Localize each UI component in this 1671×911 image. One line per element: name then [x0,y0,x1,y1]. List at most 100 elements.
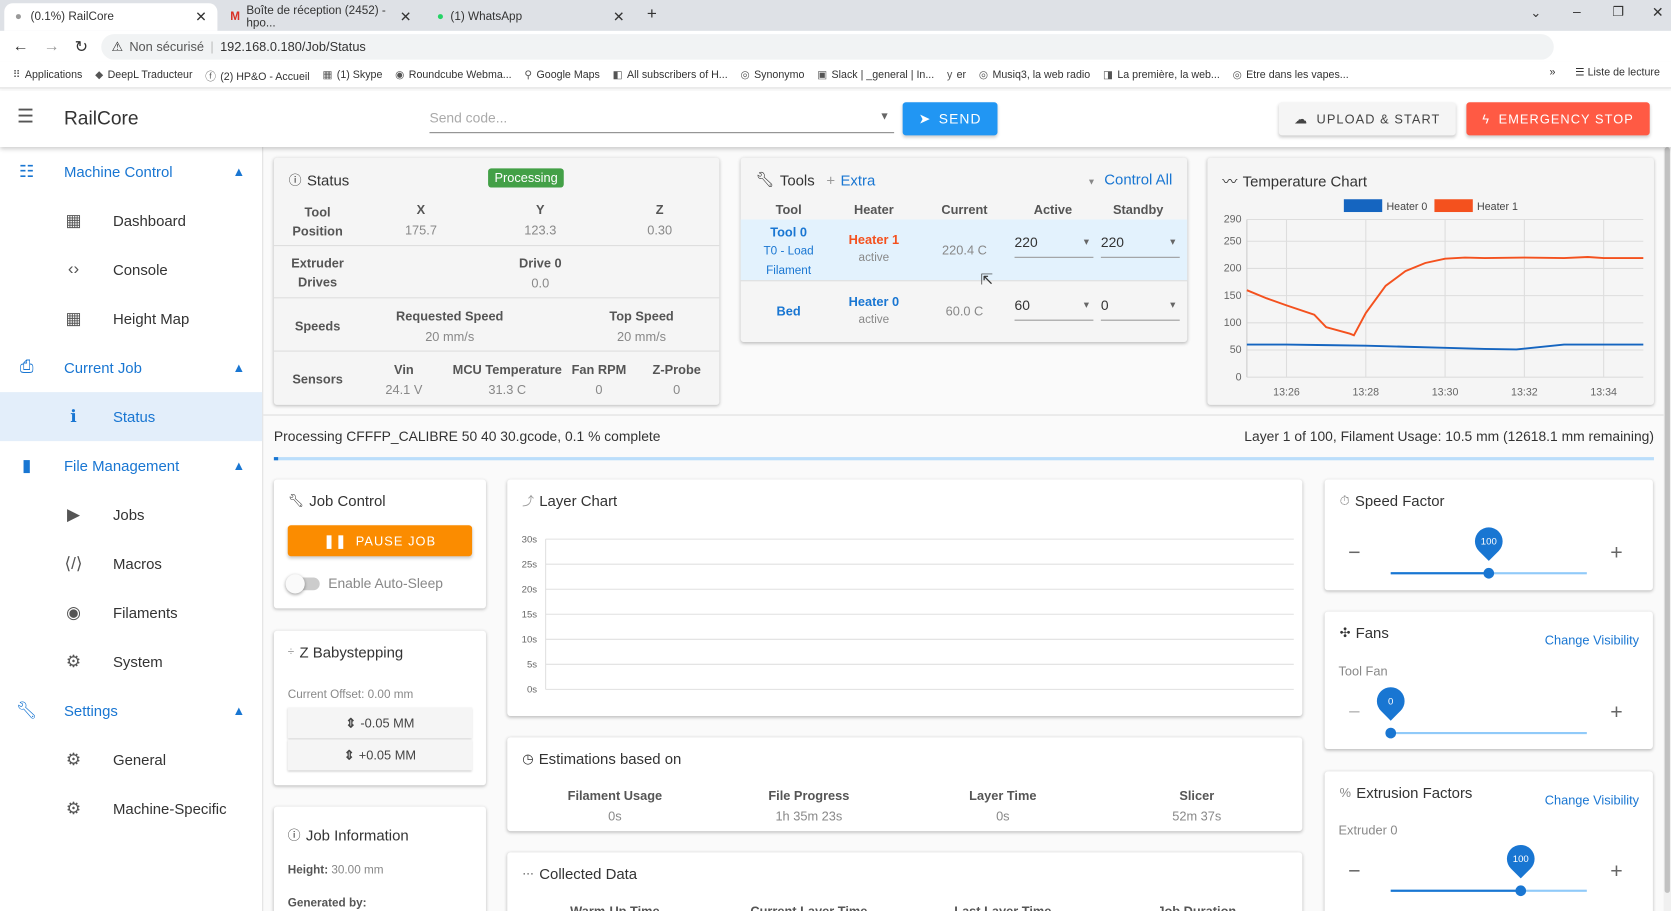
speed-factor-slider[interactable]: 100 [1390,521,1587,579]
dropdown-icon[interactable]: ▼ [879,111,890,123]
sidebar-group-file-management[interactable]: ▮ File Management ▲ [0,441,262,490]
close-window-button[interactable]: ✕ [1652,4,1664,21]
control-all-dropdown[interactable]: ▼ Control All [1087,170,1172,187]
bookmark[interactable]: ▣ Slack | _general | In... [817,69,934,81]
tool-cell[interactable]: Tool 0 T0 - Load Filament [746,223,831,281]
bookmark[interactable]: ⠿ Applications [13,69,83,81]
upload-start-button[interactable]: ☁ UPLOAD & START [1278,102,1456,136]
fan-slider[interactable]: 0 [1371,681,1587,739]
browser-tab-bar: ● (0.1%) RailCore ✕ M Boîte de réception (2… [0,0,1671,31]
more-bookmarks-icon[interactable]: » [1550,67,1556,79]
increase-button[interactable]: + [1610,701,1622,726]
auto-sleep-toggle[interactable] [285,574,320,594]
divider [263,414,1671,416]
sidebar-group-machine-control[interactable]: ☷ Machine Control ▲ [0,147,262,196]
bookmark[interactable]: ⚲ Google Maps [524,69,599,81]
menu-icon[interactable]: ☰ [17,105,34,127]
reading-list[interactable]: ☰ Liste de lecture [1575,67,1660,79]
bookmark-icon: ⠿ [12,68,21,81]
tool-filament: T0 - Load Filament [763,245,814,278]
bookmark[interactable]: ⓕ (2) HP&O - Accueil [205,67,309,83]
bookmark[interactable]: ◎ Synonymo [740,69,804,81]
close-tab-icon[interactable]: ✕ [613,9,625,26]
forward-icon[interactable]: → [44,37,60,55]
standby-temp-select[interactable]: 220 [1100,234,1180,258]
code-input[interactable]: Send code... ▼ [429,101,895,134]
sidebar-group-current-job[interactable]: ⎙ Current Job ▲ [0,343,262,392]
tool-name: Tool 0 [770,224,807,240]
url-field[interactable]: ⚠ Non sécurisé | 192.168.0.180/Job/Statu… [100,33,1554,60]
close-tab-icon[interactable]: ✕ [195,9,207,26]
tab-gmail[interactable]: M Boîte de réception (2452) - hpo... ✕ [220,3,422,31]
arrow-expand-icon: ⇕ [343,747,355,763]
bookmark[interactable]: ◨ La première, la web... [1103,69,1220,81]
change-visibility-link[interactable]: Change Visibility [1545,793,1639,808]
pause-job-button[interactable]: ❚❚ PAUSE JOB [287,525,473,557]
warning-icon: ⚠ [111,38,123,54]
extra-link[interactable]: Extra [840,171,875,188]
emergency-stop-button[interactable]: ϟ EMERGENCY STOP [1466,102,1650,136]
slider-thumb[interactable] [1482,567,1494,579]
sidebar-item-machine-specific[interactable]: ⚙ Machine-Specific [0,784,262,833]
bookmark[interactable]: ◎ Musiq3, la web radio [979,69,1090,81]
tab-whatsapp[interactable]: ● (1) WhatsApp ✕ [426,3,635,31]
new-tab-button[interactable]: + [647,5,657,24]
bookmark[interactable]: y er [947,69,966,81]
scrollbar[interactable] [1663,147,1671,911]
active-temp-select[interactable]: 220 [1014,234,1094,258]
sidebar-item-macros[interactable]: ⟨/⟩ Macros [0,539,262,588]
back-icon[interactable]: ← [13,37,29,55]
play-icon: ▶ [66,506,81,525]
filament-icon: ◉ [66,604,81,623]
sidebar-item-system[interactable]: ⚙ System [0,637,262,686]
restore-button[interactable]: ❐ [1612,4,1623,19]
current-temp: 220.4 C [942,242,987,258]
bookmark[interactable]: ◧ All subscribers of H... [613,69,728,81]
bookmark[interactable]: ◉ Roundcube Webma... [395,69,511,81]
slider-thumb[interactable] [1515,885,1527,897]
estimation-label: Slicer [1179,788,1215,804]
extrusion-slider[interactable]: 100 [1390,839,1587,897]
app-bar: ☰ RailCore Send code... ▼ ➤ SEND ☁ UPLOAD … [0,90,1671,148]
tab-search-icon[interactable]: ⌄ [1530,5,1541,20]
decrease-button[interactable]: − [1348,860,1360,885]
estimation-value: 1h 35m 23s [775,808,843,824]
send-button[interactable]: ➤ SEND [902,102,998,136]
babystep-plus-button[interactable]: ⇕ +0.05 MM [287,739,473,771]
bookmark[interactable]: ▦ (1) Skype [322,69,382,81]
reload-icon[interactable]: ↻ [75,37,88,56]
heater-cell[interactable]: Heater 1 active [831,232,916,264]
slider-thumb[interactable] [1385,727,1397,739]
label: Extruder [291,255,344,271]
sidebar-item-height-map[interactable]: ▦ Height Map [0,294,262,343]
active-temp-select[interactable]: 60 [1014,297,1094,321]
sidebar-group-settings[interactable]: 🔧︎ Settings ▲ [0,686,262,735]
sidebar-item-status[interactable]: ℹ Status [0,392,263,442]
sidebar-item-dashboard[interactable]: ▦ Dashboard [0,196,262,245]
increase-button[interactable]: + [1610,541,1622,566]
decrease-button[interactable]: − [1348,701,1360,726]
tab-railcore[interactable]: ● (0.1%) RailCore ✕ [4,3,218,31]
sidebar-item-console[interactable]: ‹› Console [0,245,262,294]
heater-cell[interactable]: Heater 0 active [831,294,916,326]
change-visibility-link[interactable]: Change Visibility [1545,633,1639,648]
chevron-up-icon: ▲ [232,360,246,376]
sidebar-item-filaments[interactable]: ◉ Filaments [0,588,262,637]
x-tick-label: 13:32 [1511,386,1538,398]
estimation-value: 52m 37s [1172,808,1222,824]
standby-temp-select[interactable]: 0 [1100,297,1180,321]
increase-button[interactable]: + [1610,860,1622,885]
bookmark[interactable]: ◆ DeepL Traducteur [95,69,192,81]
close-tab-icon[interactable]: ✕ [400,9,412,26]
tool-name[interactable]: Bed [746,304,831,319]
babystep-minus-button[interactable]: ⇕ -0.05 MM [287,707,473,739]
bookmark-label: er [956,68,967,81]
decrease-button[interactable]: − [1348,541,1360,566]
slider-value: 100 [1480,535,1497,547]
y-tick-label: 100 [1224,317,1242,329]
bookmark[interactable]: ◎ Etre dans les vapes... [1233,69,1349,81]
sidebar: ☷ Machine Control ▲ ▦ Dashboard ‹› Console ▦ Hei… [0,147,264,911]
sidebar-item-general[interactable]: ⚙ General [0,735,262,784]
sidebar-item-jobs[interactable]: ▶ Jobs [0,490,262,539]
minimize-button[interactable]: – [1573,3,1581,19]
